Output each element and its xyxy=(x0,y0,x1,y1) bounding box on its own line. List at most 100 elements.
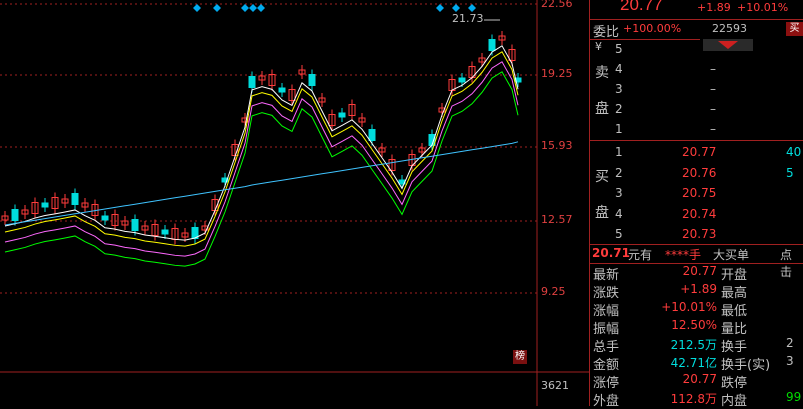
price-axis-label: 15.93 xyxy=(541,139,573,152)
divider xyxy=(590,140,803,141)
order-diff-value: 22593 xyxy=(712,22,747,35)
stat-value: 3 xyxy=(786,354,794,368)
stat-value: 20.77 xyxy=(682,372,717,386)
price-change-pct: +10.01% xyxy=(737,1,789,14)
level-num: 4 xyxy=(615,62,623,76)
level-num: 2 xyxy=(615,102,623,116)
level-num: 1 xyxy=(615,145,623,159)
stat-value: 12.50% xyxy=(671,318,717,332)
candle-body xyxy=(248,76,256,88)
candle-body xyxy=(131,219,139,231)
candle-body xyxy=(41,202,49,208)
candle-body xyxy=(278,87,286,93)
stat-row: 金额 42.71亿 换手(实) 3 xyxy=(590,354,803,373)
sell-level-row[interactable]: 2 – xyxy=(590,102,803,122)
divider xyxy=(590,39,700,40)
price-header: 20.77 +1.89 +10.01% xyxy=(590,0,803,18)
stat-label: 总手 xyxy=(593,340,620,355)
stat-label: 涨停 xyxy=(593,376,620,391)
stat-row: 最新 20.77 开盘 xyxy=(590,264,803,283)
volume-axis-label: 3621 xyxy=(541,379,569,392)
candle-body xyxy=(308,74,316,86)
kline-chart[interactable]: 22.56 19.25 15.93 12.57 9.25 3621 21.73 … xyxy=(0,0,590,406)
buy-level-row[interactable]: 4 20.74 xyxy=(590,207,803,227)
level-volume: 40 xyxy=(786,145,802,159)
stat-label: 金额 xyxy=(593,358,620,373)
level-price: 20.76 xyxy=(682,166,717,180)
buy-button[interactable]: 买 xyxy=(786,22,803,36)
order-ratio-label: 委比 xyxy=(593,25,620,40)
signal-diamond-icon xyxy=(213,4,221,12)
candle-body xyxy=(71,193,79,205)
stat-value: 212.5万 xyxy=(670,338,717,352)
stat-value: 99 xyxy=(786,390,802,404)
sell-level-row[interactable]: 3 – xyxy=(590,82,803,102)
buy-level-row[interactable]: 3 20.75 xyxy=(590,186,803,206)
buy-level-row[interactable]: 1 20.77 40 xyxy=(590,145,803,165)
candle-body xyxy=(11,209,19,221)
level-num: 5 xyxy=(615,227,623,241)
price-axis-label: 22.56 xyxy=(541,0,573,10)
ma60-line xyxy=(4,141,519,226)
candle-body xyxy=(338,112,346,118)
level-price: 20.77 xyxy=(682,145,717,159)
stat-row: 总手 212.5万 换手 2 xyxy=(590,336,803,355)
stat-label: 量比 xyxy=(721,322,748,337)
stat-label: 跌停 xyxy=(721,376,748,391)
level-volume: 5 xyxy=(786,166,794,180)
level-num: 3 xyxy=(615,82,623,96)
price-axis-label: 9.25 xyxy=(541,285,566,298)
stat-label: 换手(实) xyxy=(721,358,771,373)
stat-label: 最高 xyxy=(721,286,748,301)
price-change: +1.89 xyxy=(697,1,731,14)
stat-row: 涨幅 +10.01% 最低 xyxy=(590,300,803,319)
stat-label: 最新 xyxy=(593,268,620,283)
stat-row: 涨停 20.77 跌停 xyxy=(590,372,803,391)
level-num: 3 xyxy=(615,186,623,200)
stat-value: 20.77 xyxy=(682,264,717,278)
stat-label: 内盘 xyxy=(721,394,748,409)
big-order-stars: ****手 xyxy=(665,248,702,262)
ma20-line xyxy=(4,61,519,257)
candle-body xyxy=(368,129,376,141)
big-order-row[interactable]: 20.71 元有 ****手 大买单 点击 xyxy=(590,245,803,279)
stat-value: 112.8万 xyxy=(670,392,717,406)
price-axis-label: 12.57 xyxy=(541,213,573,226)
candle-body xyxy=(101,215,109,221)
stat-label: 最低 xyxy=(721,304,748,319)
sell-level-row[interactable]: 4 – xyxy=(590,62,803,82)
stat-label: 外盘 xyxy=(593,394,620,409)
level-price: – xyxy=(710,122,716,136)
stat-label: 涨幅 xyxy=(593,304,620,319)
level-price: – xyxy=(710,62,716,76)
sell-level-row[interactable]: 5 xyxy=(590,42,803,62)
stat-label: 振幅 xyxy=(593,322,620,337)
stat-value: +1.89 xyxy=(680,282,717,296)
signal-diamond-icon xyxy=(257,4,265,12)
last-price: 20.77 xyxy=(620,0,663,14)
signal-diamond-icon xyxy=(249,4,257,12)
signal-diamond-icon xyxy=(193,4,201,12)
level-price: – xyxy=(710,82,716,96)
kline-svg[interactable] xyxy=(0,0,590,406)
stat-label: 涨跌 xyxy=(593,286,620,301)
quote-panel: 20.77 +1.89 +10.01% 委比 +100.00% 22593 买 … xyxy=(590,0,803,409)
buy-level-row[interactable]: 2 20.76 5 xyxy=(590,166,803,186)
big-order-type: 大买单 xyxy=(713,248,750,262)
candle-body xyxy=(458,77,466,83)
sell-level-row[interactable]: 1 – xyxy=(590,122,803,142)
big-order-price: 20.71 xyxy=(592,246,630,260)
level-price: 20.75 xyxy=(682,186,717,200)
level-price: 20.74 xyxy=(682,207,717,221)
stat-value: +10.01% xyxy=(661,300,717,314)
stat-row: 涨跌 +1.89 最高 xyxy=(590,282,803,301)
stat-row: 振幅 12.50% 量比 xyxy=(590,318,803,337)
candle-body xyxy=(161,229,169,235)
level-price: – xyxy=(710,102,716,116)
level-price: 20.73 xyxy=(682,227,717,241)
signal-diamond-icon xyxy=(452,4,460,12)
stat-label: 换手 xyxy=(721,340,748,355)
rank-badge-button[interactable]: 榜 xyxy=(513,350,527,364)
order-ratio-value: +100.00% xyxy=(623,22,682,35)
signal-diamond-icon xyxy=(241,4,249,12)
